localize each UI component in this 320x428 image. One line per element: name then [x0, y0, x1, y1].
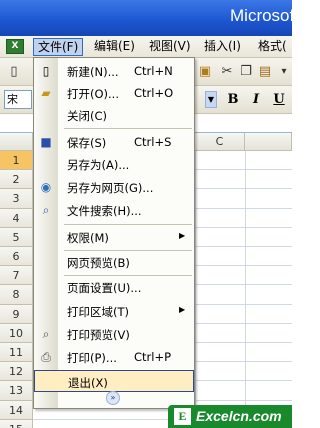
menu-item-label: 权限(M) — [67, 231, 109, 245]
menu-item-shortcut: Ctrl+N — [134, 64, 173, 78]
submenu-arrow-icon: ▶ — [179, 231, 186, 240]
menu-item-permission[interactable]: 权限(M) ▶ — [34, 226, 194, 248]
menu-item-label: 另存为(A)... — [67, 158, 130, 172]
menu-item-new[interactable]: ▯ 新建(N)... Ctrl+N — [34, 60, 194, 82]
menu-item-exit[interactable]: 退出(X) — [34, 370, 194, 392]
save-as-web-icon: ◉ — [40, 180, 52, 194]
row-header[interactable]: 1 — [0, 151, 33, 171]
menu-item-save-as[interactable]: 另存为(A)... — [34, 153, 194, 175]
menu-insert[interactable]: 插入(I) — [200, 38, 245, 56]
column-gridline — [195, 151, 196, 428]
menu-item-label: 保存(S) — [67, 136, 107, 150]
font-size-dropdown-arrow[interactable]: ▼ — [205, 91, 217, 108]
title-bar: Microsoft — [0, 0, 299, 36]
printer-icon: ⎙ — [41, 350, 51, 364]
window-title: Microsoft — [230, 6, 299, 25]
menu-item-label: 新建(N)... — [67, 65, 119, 79]
menu-separator — [64, 128, 192, 129]
menu-item-label: 另存为网页(G)... — [67, 181, 154, 195]
italic-button[interactable]: I — [247, 91, 265, 109]
menu-item-label: 退出(X) — [68, 376, 108, 390]
menu-item-label: 页面设置(U)... — [67, 281, 142, 295]
row-header[interactable]: 8 — [0, 285, 33, 305]
menu-format[interactable]: 格式( — [254, 38, 291, 56]
menu-item-close[interactable]: 关闭(C) — [34, 104, 194, 126]
font-name-box[interactable]: 宋 — [4, 90, 32, 109]
paste-icon[interactable]: ▤ — [257, 64, 273, 80]
permission-icon[interactable]: ▣ — [197, 64, 213, 80]
menu-item-shortcut: Ctrl+S — [134, 135, 172, 149]
menu-item-file-search[interactable]: ⌕ 文件搜索(H)... — [34, 199, 194, 221]
menu-item-print-preview[interactable]: ⌕ 打印预览(V) — [34, 323, 194, 345]
more-dropdown-icon[interactable]: ▾ — [276, 64, 292, 80]
copy-icon[interactable]: ❐ — [238, 64, 254, 80]
print-preview-icon: ⌕ — [42, 327, 50, 341]
submenu-arrow-icon: ▶ — [179, 305, 186, 314]
menu-view[interactable]: 视图(V) — [145, 38, 195, 56]
row-header[interactable]: 3 — [0, 189, 33, 209]
menu-separator — [64, 224, 192, 225]
menu-item-print[interactable]: ⎙ 打印(P)... Ctrl+P — [34, 346, 194, 368]
menu-item-label: 打开(O)... — [67, 87, 119, 101]
menu-edit[interactable]: 编辑(E) — [90, 38, 139, 56]
menu-item-label: 文件搜索(H)... — [67, 204, 142, 218]
menu-item-label: 打印预览(V) — [67, 328, 130, 342]
row-header[interactable]: 2 — [0, 170, 33, 190]
row-header[interactable]: 12 — [0, 362, 33, 382]
row-header[interactable]: 5 — [0, 227, 33, 247]
column-header-d[interactable] — [245, 133, 292, 151]
underline-button[interactable]: U — [270, 91, 288, 109]
row-header[interactable]: 11 — [0, 343, 33, 363]
menu-item-open[interactable]: ▰ 打开(O)... Ctrl+O — [34, 82, 194, 104]
menu-bar: X 文件(F) 编辑(E) 视图(V) 插入(I) 格式( — [0, 36, 292, 58]
cut-icon[interactable]: ✂ — [219, 64, 235, 80]
new-document-icon[interactable]: ▯ — [6, 64, 22, 80]
menu-item-label: 关闭(C) — [67, 109, 108, 123]
menu-item-print-area[interactable]: 打印区域(T) ▶ — [34, 300, 194, 322]
row-header[interactable]: 4 — [0, 208, 33, 228]
bold-button[interactable]: B — [224, 91, 242, 109]
column-gridline — [245, 151, 246, 428]
menu-item-save-as-web[interactable]: ◉ 另存为网页(G)... — [34, 176, 194, 198]
row-header[interactable]: 10 — [0, 323, 33, 343]
menu-item-web-preview[interactable]: 网页预览(B) — [34, 251, 194, 273]
row-header[interactable]: 13 — [0, 381, 33, 401]
row-header[interactable]: 6 — [0, 247, 33, 267]
menu-item-shortcut: Ctrl+O — [134, 86, 174, 100]
menu-item-label: 打印区域(T) — [67, 305, 129, 319]
watermark-logo-icon: E — [174, 408, 191, 425]
select-all-corner[interactable] — [0, 133, 33, 151]
menu-item-label: 网页预览(B) — [67, 256, 130, 270]
menu-item-page-setup[interactable]: 页面设置(U)... — [34, 276, 194, 298]
new-document-icon: ▯ — [42, 64, 50, 78]
excel-app-icon[interactable]: X — [6, 39, 24, 54]
menu-item-shortcut: Ctrl+P — [134, 350, 172, 364]
row-header[interactable]: 14 — [0, 400, 33, 420]
file-search-icon: ⌕ — [42, 203, 50, 217]
row-header[interactable]: 7 — [0, 266, 33, 286]
menu-item-label: 打印(P)... — [67, 351, 117, 365]
row-header[interactable]: 15 — [0, 419, 33, 428]
expand-menu-chevron-icon[interactable]: » — [106, 391, 120, 405]
open-folder-icon: ▰ — [41, 86, 51, 100]
column-header-c[interactable]: C — [195, 133, 245, 151]
site-watermark: E Excelcn.com — [168, 405, 292, 428]
menu-item-save[interactable]: ■ 保存(S) Ctrl+S — [34, 131, 194, 153]
row-header[interactable]: 9 — [0, 304, 33, 324]
menu-file[interactable]: 文件(F) — [33, 38, 84, 56]
save-disk-icon: ■ — [40, 135, 52, 149]
file-menu-dropdown: ▯ 新建(N)... Ctrl+N ▰ 打开(O)... Ctrl+O 关闭(C… — [33, 57, 195, 409]
watermark-text: Excelcn.com — [196, 408, 282, 424]
